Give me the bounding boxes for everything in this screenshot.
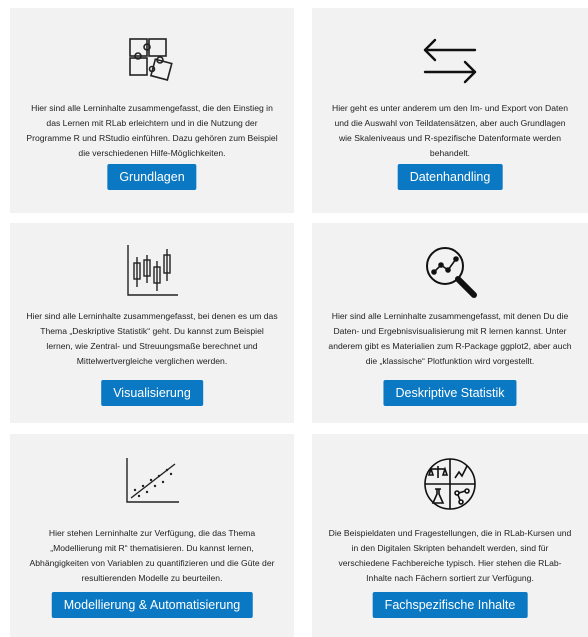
subjects-circle-icon: [422, 456, 478, 512]
puzzle-icon: [127, 36, 177, 84]
modellierung-automatisierung-button[interactable]: Modellierung & Automatisierung: [51, 592, 253, 618]
card-description: Hier sind alle Lerninhalte zusammengefas…: [328, 311, 572, 366]
card-deskriptive-statistik: Hier sind alle Lerninhalte zusammengefas…: [10, 223, 294, 423]
card-modellierung: Hier stehen Lerninhalte zur Verfügung, d…: [10, 434, 294, 637]
deskriptive-statistik-button[interactable]: Deskriptive Statistik: [383, 380, 517, 406]
grundlagen-button[interactable]: Grundlagen: [107, 164, 197, 190]
datenhandling-button[interactable]: Datenhandling: [397, 164, 503, 190]
card-description: Hier sind alle Lerninhalte zusammengefas…: [26, 103, 278, 158]
card-grundlagen: Hier sind alle Lerninhalte zusammengefas…: [10, 8, 294, 213]
card-description: Die Beispieldaten und Fragestellungen, d…: [328, 528, 572, 583]
visualisierung-button[interactable]: Visualisierung: [101, 380, 203, 406]
card-fachspezifische-inhalte: Die Beispieldaten und Fragestellungen, d…: [312, 434, 588, 637]
fachspezifische-inhalte-button[interactable]: Fachspezifische Inhalte: [372, 592, 528, 618]
card-description: Hier stehen Lerninhalte zur Verfügung, d…: [29, 528, 275, 583]
arrows-exchange-icon: [419, 34, 481, 86]
card-visualisierung: Hier sind alle Lerninhalte zusammengefas…: [312, 223, 588, 423]
card-description: Hier geht es unter anderem um den Im- un…: [332, 103, 568, 158]
card-datenhandling: Hier geht es unter anderem um den Im- un…: [312, 8, 588, 213]
card-description: Hier sind alle Lerninhalte zusammengefas…: [26, 311, 278, 366]
boxplot-chart-icon: [124, 243, 180, 299]
magnifier-chart-icon: [420, 241, 480, 301]
scatter-regression-icon: [123, 456, 181, 506]
